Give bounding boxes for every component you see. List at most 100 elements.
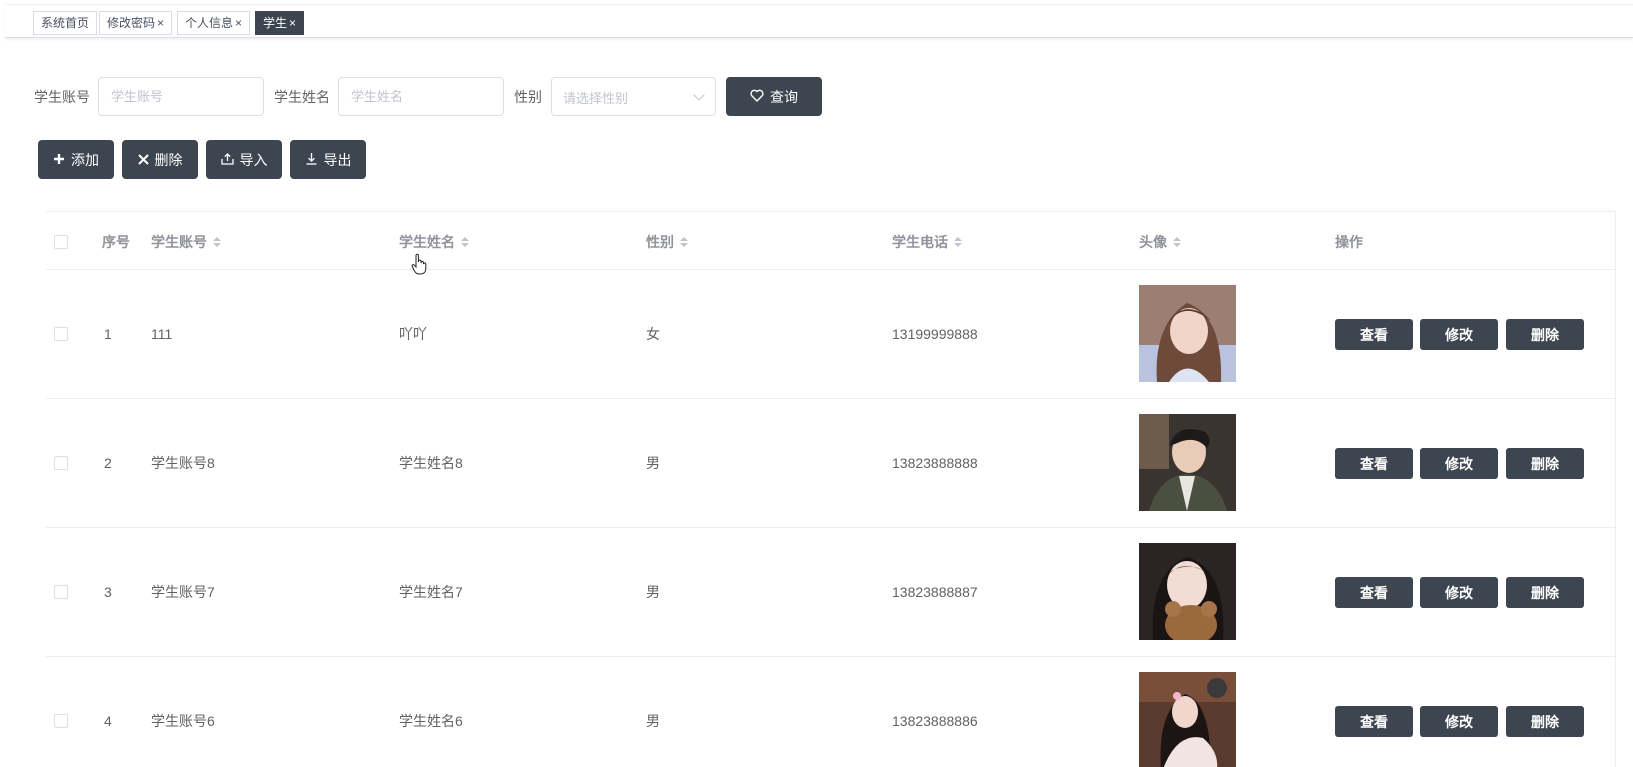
cell-phone: 13823888886 — [892, 713, 978, 729]
table-header: 序号 学生账号 学生姓名 性别 学生电话 头像 操作 — [46, 212, 1615, 270]
gender-select-placeholder: 请选择性别 — [563, 91, 629, 106]
delete-row-button[interactable]: 删除 — [1506, 319, 1584, 350]
cell-name: 吖吖 — [399, 326, 427, 342]
cell-index: 2 — [104, 455, 112, 471]
account-search-input[interactable] — [98, 77, 264, 116]
sort-caret-icon[interactable] — [954, 237, 962, 247]
delete-row-button[interactable]: 删除 — [1506, 706, 1584, 737]
query-button[interactable]: 查询 — [726, 77, 822, 116]
import-button-label: 导入 — [239, 151, 268, 168]
select-all-checkbox[interactable] — [54, 235, 68, 249]
table-row: 1 111 吖吖 女 13199999888 查看 修改 删除 — [46, 270, 1615, 399]
delete-row-button[interactable]: 删除 — [1506, 448, 1584, 479]
upload-icon — [220, 152, 234, 167]
view-button[interactable]: 查看 — [1335, 319, 1413, 350]
plus-icon — [53, 153, 65, 167]
header-phone[interactable]: 学生电话 — [892, 232, 962, 252]
download-icon — [305, 152, 318, 167]
tag-home[interactable]: 系统首页 — [33, 11, 98, 35]
header-avatar-label: 头像 — [1139, 234, 1167, 250]
name-search-label: 学生姓名 — [274, 89, 330, 105]
account-search-label: 学生账号 — [34, 89, 90, 105]
avatar-image[interactable] — [1139, 672, 1236, 767]
export-button[interactable]: 导出 — [290, 140, 366, 179]
tag-personal-info[interactable]: 个人信息 × — [177, 11, 251, 35]
row-checkbox[interactable] — [54, 714, 68, 728]
header-phone-label: 学生电话 — [892, 234, 948, 250]
cell-gender: 男 — [646, 713, 660, 729]
header-account[interactable]: 学生账号 — [151, 232, 221, 252]
cell-phone: 13823888888 — [892, 455, 978, 471]
avatar-image[interactable] — [1139, 414, 1236, 511]
header-avatar[interactable]: 头像 — [1139, 232, 1181, 252]
gender-search-label: 性别 — [514, 89, 542, 105]
table-row: 2 学生账号8 学生姓名8 男 13823888888 查看 修改 删除 — [46, 399, 1615, 528]
cell-account: 学生账号6 — [151, 713, 215, 729]
delete-row-button[interactable]: 删除 — [1506, 577, 1584, 608]
heart-icon — [750, 89, 764, 104]
cell-account: 学生账号7 — [151, 584, 215, 600]
avatar-image[interactable] — [1139, 543, 1236, 640]
tag-label: 学生 — [263, 16, 288, 30]
chevron-down-icon — [693, 89, 705, 101]
view-button[interactable]: 查看 — [1335, 448, 1413, 479]
cell-account: 学生账号8 — [151, 455, 215, 471]
header-gender-label: 性别 — [646, 234, 674, 250]
gender-select[interactable]: 请选择性别 — [551, 77, 716, 116]
tag-student[interactable]: 学生 × — [255, 11, 305, 35]
header-name[interactable]: 学生姓名 — [399, 232, 469, 252]
view-button[interactable]: 查看 — [1335, 577, 1413, 608]
export-button-label: 导出 — [323, 151, 352, 168]
row-checkbox[interactable] — [54, 456, 68, 470]
add-button[interactable]: 添加 — [38, 140, 114, 179]
hand-cursor-icon — [411, 253, 427, 275]
table-row: 3 学生账号7 学生姓名7 男 13823888887 查看 修改 删除 — [46, 528, 1615, 657]
tag-label: 系统首页 — [41, 16, 90, 30]
view-button[interactable]: 查看 — [1335, 706, 1413, 737]
header-gender[interactable]: 性别 — [646, 232, 688, 252]
edit-button[interactable]: 修改 — [1420, 577, 1498, 608]
query-button-label: 查询 — [770, 88, 798, 105]
close-icon[interactable]: × — [289, 16, 296, 30]
table-row: 4 学生账号6 学生姓名6 男 13823888886 查看 修改 删除 — [46, 657, 1615, 767]
cell-name: 学生姓名6 — [399, 713, 463, 729]
edit-button[interactable]: 修改 — [1420, 319, 1498, 350]
student-table: 序号 学生账号 学生姓名 性别 学生电话 头像 操作 1 111 吖吖 女 13… — [46, 211, 1616, 767]
cell-name: 学生姓名7 — [399, 584, 463, 600]
row-checkbox[interactable] — [54, 585, 68, 599]
row-checkbox[interactable] — [54, 327, 68, 341]
cell-gender: 女 — [646, 326, 660, 342]
cell-gender: 男 — [646, 584, 660, 600]
sort-caret-icon[interactable] — [680, 237, 688, 247]
sort-caret-icon[interactable] — [461, 237, 469, 247]
cell-phone: 13823888887 — [892, 584, 978, 600]
tag-change-password[interactable]: 修改密码 × — [99, 11, 173, 35]
sort-caret-icon[interactable] — [1173, 237, 1181, 247]
cell-phone: 13199999888 — [892, 326, 978, 342]
cell-index: 4 — [104, 713, 112, 729]
import-button[interactable]: 导入 — [206, 140, 282, 179]
header-index-label: 序号 — [102, 234, 130, 250]
cell-gender: 男 — [646, 455, 660, 471]
edit-button[interactable]: 修改 — [1420, 448, 1498, 479]
tag-label: 个人信息 — [185, 16, 234, 30]
name-search-input[interactable] — [338, 77, 504, 116]
avatar-image[interactable] — [1139, 285, 1236, 382]
header-index: 序号 — [102, 232, 130, 252]
tags-view-bar: 系统首页 修改密码 × 个人信息 × 学生 × — [5, 4, 1633, 38]
cell-name: 学生姓名8 — [399, 455, 463, 471]
close-icon — [137, 153, 149, 167]
header-actions: 操作 — [1335, 232, 1363, 252]
cell-index: 3 — [104, 584, 112, 600]
delete-button[interactable]: 删除 — [122, 140, 198, 179]
cell-index: 1 — [104, 326, 112, 342]
add-button-label: 添加 — [71, 151, 99, 168]
sort-caret-icon[interactable] — [213, 237, 221, 247]
close-icon[interactable]: × — [157, 16, 164, 30]
header-name-label: 学生姓名 — [399, 234, 455, 250]
edit-button[interactable]: 修改 — [1420, 706, 1498, 737]
cell-account: 111 — [151, 326, 173, 342]
header-actions-label: 操作 — [1335, 234, 1363, 250]
close-icon[interactable]: × — [235, 16, 242, 30]
header-account-label: 学生账号 — [151, 234, 207, 250]
